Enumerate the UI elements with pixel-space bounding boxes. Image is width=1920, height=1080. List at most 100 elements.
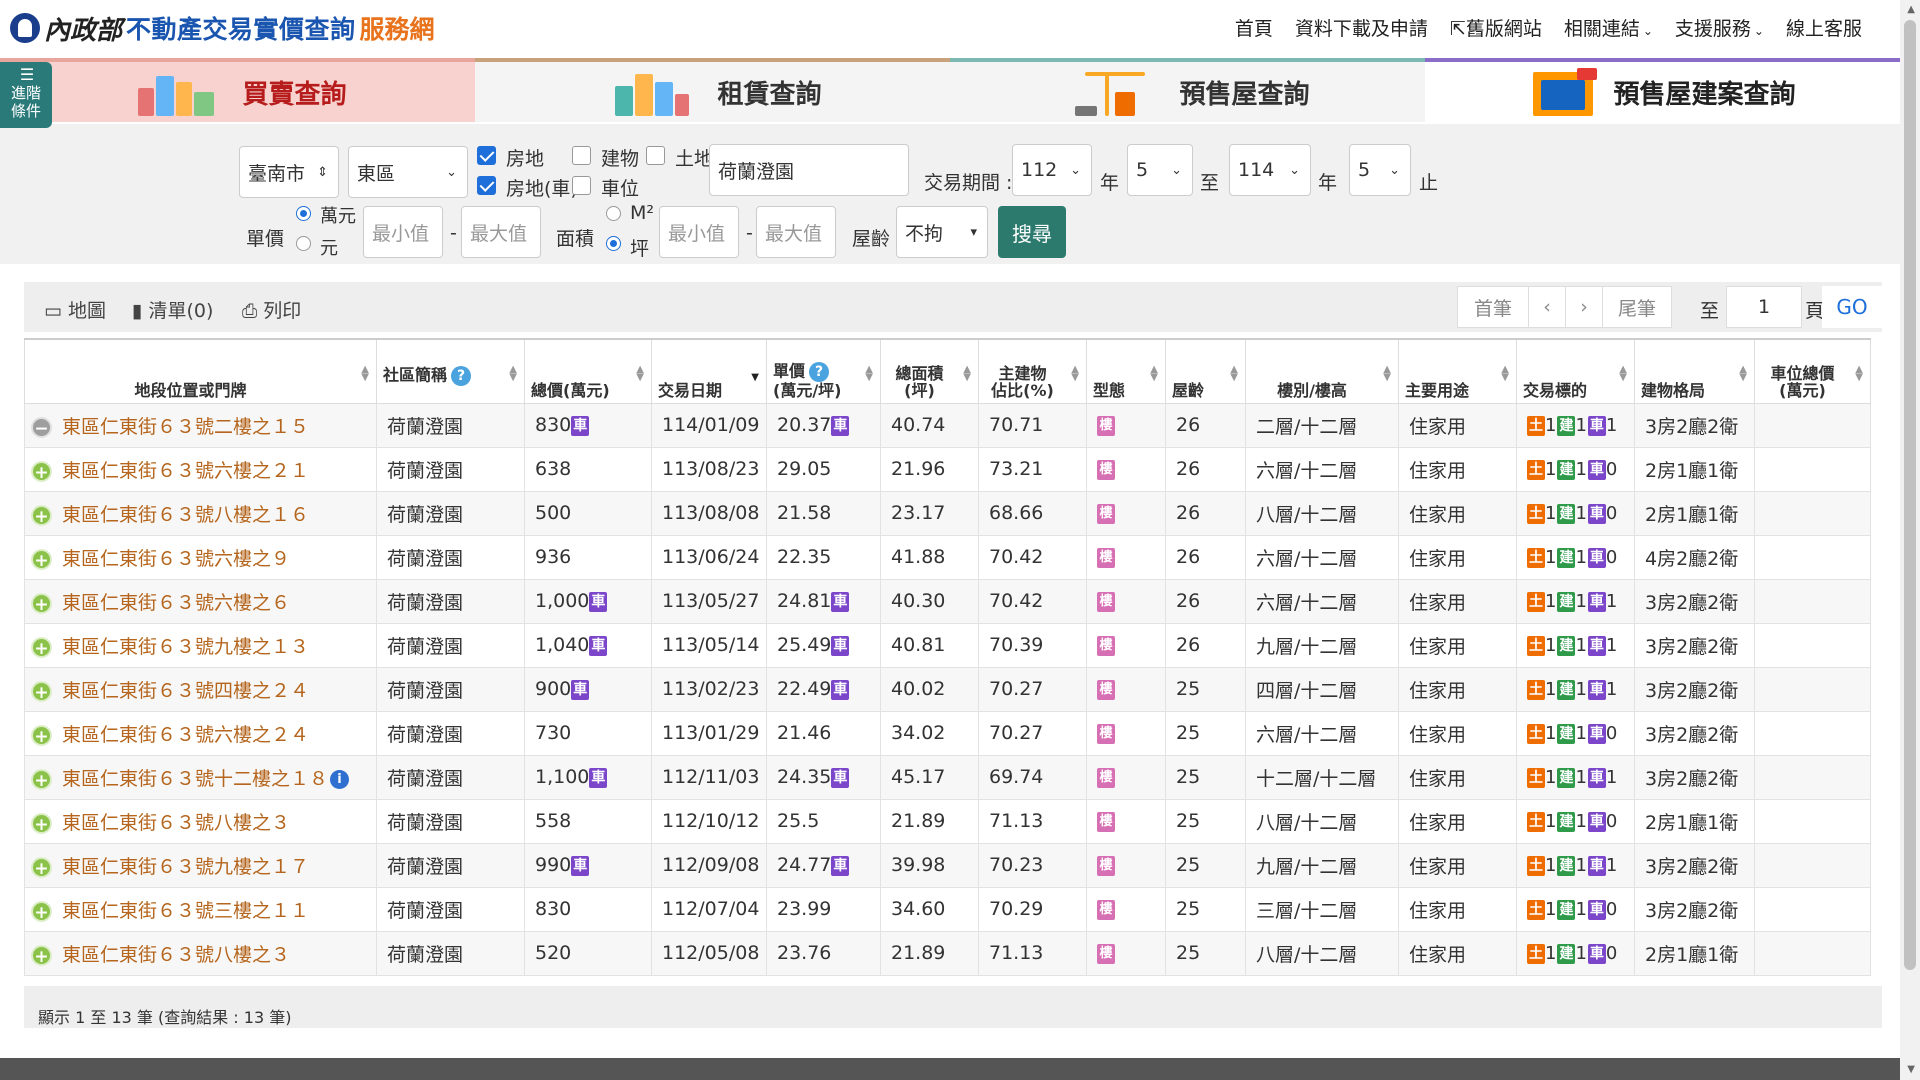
- address-link[interactable]: 東區仁東街６３號四樓之２４: [62, 680, 309, 702]
- expand-icon[interactable]: +: [31, 548, 52, 571]
- col-header-address[interactable]: 地段位置或門牌 ▲ ▼: [24, 338, 377, 404]
- from-month-select[interactable]: 5 ⌄: [1127, 144, 1193, 196]
- print-button[interactable]: ⎙ 列印: [242, 296, 301, 323]
- unit-price-min-input[interactable]: 最小值: [363, 206, 443, 258]
- age-select[interactable]: 不拘 ▾: [896, 206, 988, 258]
- table-row[interactable]: + 東區仁東街６３號八樓之１６ 荷蘭澄園 500 113/08/08 21.58 23.17…: [24, 490, 1871, 536]
- expand-icon[interactable]: +: [31, 900, 52, 923]
- table-row[interactable]: + 東區仁東街６３號六樓之９ 荷蘭澄園 936 113/06/24 22.35 41.88 7…: [24, 534, 1871, 580]
- expand-icon[interactable]: +: [31, 636, 52, 659]
- col-header-parking-price[interactable]: 車位總價 (萬元) ▲ ▼: [1754, 338, 1871, 404]
- col-header-total-price[interactable]: 總價(萬元) ▲ ▼: [524, 338, 652, 404]
- last-page-button[interactable]: 尾筆: [1602, 286, 1672, 328]
- col-header-type[interactable]: 型態 ▲ ▼: [1086, 338, 1166, 404]
- checkbox-building[interactable]: [572, 146, 591, 165]
- checkbox-land-building[interactable]: [477, 146, 496, 165]
- tab-rent[interactable]: 租賃查詢: [475, 58, 950, 122]
- district-select[interactable]: 東區 ⌄: [348, 146, 468, 198]
- address-link[interactable]: 東區仁東街６３號三樓之１１: [62, 900, 309, 922]
- expand-icon[interactable]: +: [31, 504, 52, 527]
- vertical-scrollbar[interactable]: ▲ ▼: [1900, 0, 1920, 1080]
- area-min-input[interactable]: 最小值: [659, 206, 739, 258]
- expand-icon[interactable]: +: [31, 592, 52, 615]
- col-header-usage[interactable]: 主要用途 ▲ ▼: [1398, 338, 1517, 404]
- table-row[interactable]: + 東區仁東街６３號九樓之１３ 荷蘭澄園 1,040 車 113/05/14 25.49 車 4…: [24, 622, 1871, 668]
- address-link[interactable]: 東區仁東街６３號六樓之９: [62, 548, 290, 570]
- table-row[interactable]: + 東區仁東街６３號八樓之３ 荷蘭澄園 558 112/10/12 25.5 21.89 71…: [24, 798, 1871, 844]
- scrollbar-thumb[interactable]: [1904, 20, 1916, 970]
- radio-area-m2[interactable]: [606, 206, 621, 221]
- address-link[interactable]: 東區仁東街６３號八樓之１６: [62, 504, 309, 526]
- address-link[interactable]: 東區仁東街６３號六樓之２４: [62, 724, 309, 746]
- table-row[interactable]: + 東區仁東街６３號六樓之２１ 荷蘭澄園 638 113/08/23 29.05 21.96…: [24, 446, 1871, 492]
- unit-price-max-input[interactable]: 最大值: [461, 206, 541, 258]
- address-link[interactable]: 東區仁東街６３號十二樓之１８: [62, 768, 328, 790]
- help-icon[interactable]: ?: [451, 366, 472, 387]
- collapse-icon[interactable]: −: [31, 416, 52, 439]
- col-header-main-ratio[interactable]: 主建物 佔比(%) ▲ ▼: [978, 338, 1087, 404]
- checkbox-land[interactable]: [646, 146, 665, 165]
- tab-sale[interactable]: 買賣查詢: [0, 58, 475, 122]
- page-number-input[interactable]: 1: [1726, 286, 1802, 328]
- table-row[interactable]: + 東區仁東街６３號六樓之２４ 荷蘭澄園 730 113/01/29 21.46 34.02…: [24, 710, 1871, 756]
- first-page-button[interactable]: 首筆: [1457, 286, 1529, 328]
- col-header-age[interactable]: 屋齡 ▲ ▼: [1165, 338, 1246, 404]
- table-row[interactable]: + 東區仁東街６３號四樓之２４ 荷蘭澄園 900 車 113/02/23 22.49 車 40.…: [24, 666, 1871, 712]
- nav-home[interactable]: 首頁: [1235, 14, 1273, 41]
- map-button[interactable]: ▭ 地圖: [44, 296, 106, 323]
- table-row[interactable]: + 東區仁東街６３號十二樓之１８ i 荷蘭澄園 1,100 車 112/11/03 24.35…: [24, 754, 1871, 800]
- address-link[interactable]: 東區仁東街６３號八樓之３: [62, 812, 290, 834]
- expand-icon[interactable]: +: [31, 724, 52, 747]
- address-link[interactable]: 東區仁東街６３號九樓之１３: [62, 636, 309, 658]
- table-row[interactable]: + 東區仁東街６３號六樓之６ 荷蘭澄園 1,000 車 113/05/27 24.81 車 40…: [24, 578, 1871, 624]
- col-header-floor[interactable]: 樓別/樓高 ▲ ▼: [1245, 338, 1399, 404]
- nav-online-service[interactable]: 線上客服: [1786, 14, 1862, 41]
- nav-old-site[interactable]: ⇱舊版網站: [1450, 14, 1542, 41]
- to-month-select[interactable]: 5 ⌄: [1349, 144, 1411, 196]
- table-row[interactable]: + 東區仁東街６３號三樓之１１ 荷蘭澄園 830 112/07/04 23.99 34.60…: [24, 886, 1871, 932]
- col-header-area[interactable]: 總面積 (坪) ▲ ▼: [880, 338, 979, 404]
- expand-icon[interactable]: +: [31, 768, 52, 791]
- from-year-select[interactable]: 112 ⌄: [1012, 144, 1092, 196]
- address-link[interactable]: 東區仁東街６３號二樓之１５: [62, 416, 309, 438]
- nav-support[interactable]: 支援服務 ⌄: [1675, 14, 1764, 41]
- go-button[interactable]: GO: [1822, 286, 1882, 328]
- to-year-select[interactable]: 114 ⌄: [1229, 144, 1311, 196]
- list-button[interactable]: ▮ 清單(0): [132, 296, 213, 323]
- radio-unit-wan[interactable]: [296, 206, 311, 221]
- search-button[interactable]: 搜尋: [998, 206, 1066, 258]
- table-row[interactable]: − 東區仁東街６３號二樓之１５ 荷蘭澄園 830 車 114/01/09 20.37 車 40.…: [24, 402, 1871, 448]
- expand-icon[interactable]: +: [31, 680, 52, 703]
- next-page-button[interactable]: ›: [1565, 286, 1603, 328]
- expand-icon[interactable]: +: [31, 944, 52, 967]
- address-link[interactable]: 東區仁東街６３號九樓之１７: [62, 856, 309, 878]
- checkbox-parking[interactable]: [572, 176, 591, 195]
- tab-presale[interactable]: 預售屋查詢: [950, 58, 1425, 122]
- expand-icon[interactable]: +: [31, 856, 52, 879]
- advanced-conditions-button[interactable]: ☰ 進階 條件: [0, 62, 52, 128]
- site-logo[interactable]: 內政部 不動產交易實價查詢 服務網: [10, 8, 435, 48]
- col-header-unit-price[interactable]: 單價? (萬元/坪) ▲ ▼: [766, 338, 881, 404]
- scroll-up-icon[interactable]: ▲: [1907, 4, 1915, 15]
- col-header-date[interactable]: 交易日期 ▼: [651, 338, 767, 404]
- info-icon[interactable]: i: [330, 769, 350, 789]
- table-row[interactable]: + 東區仁東街６３號九樓之１７ 荷蘭澄園 990 車 112/09/08 24.77 車 39.…: [24, 842, 1871, 888]
- col-header-community[interactable]: 社區簡稱? ▲ ▼: [376, 338, 525, 404]
- expand-icon[interactable]: +: [31, 460, 52, 483]
- col-header-target[interactable]: 交易標的 ▲ ▼: [1516, 338, 1635, 404]
- nav-related-links[interactable]: 相關連結 ⌄: [1564, 14, 1653, 41]
- scroll-down-icon[interactable]: ▼: [1907, 1064, 1915, 1075]
- radio-area-ping[interactable]: [606, 236, 621, 251]
- help-icon[interactable]: ?: [809, 361, 830, 382]
- table-row[interactable]: + 東區仁東街６３號八樓之３ 荷蘭澄園 520 112/05/08 23.76 21.89 7…: [24, 930, 1871, 976]
- expand-icon[interactable]: +: [31, 812, 52, 835]
- city-select[interactable]: 臺南市 ⇕: [239, 146, 339, 198]
- keyword-input[interactable]: 荷蘭澄園: [709, 144, 909, 196]
- radio-unit-yuan[interactable]: [296, 236, 311, 251]
- area-max-input[interactable]: 最大值: [756, 206, 836, 258]
- prev-page-button[interactable]: ‹: [1528, 286, 1566, 328]
- nav-download[interactable]: 資料下載及申請: [1295, 14, 1428, 41]
- tab-presale-project[interactable]: 預售屋建案查詢: [1425, 58, 1900, 122]
- address-link[interactable]: 東區仁東街６３號八樓之３: [62, 944, 290, 966]
- address-link[interactable]: 東區仁東街６３號六樓之２１: [62, 460, 309, 482]
